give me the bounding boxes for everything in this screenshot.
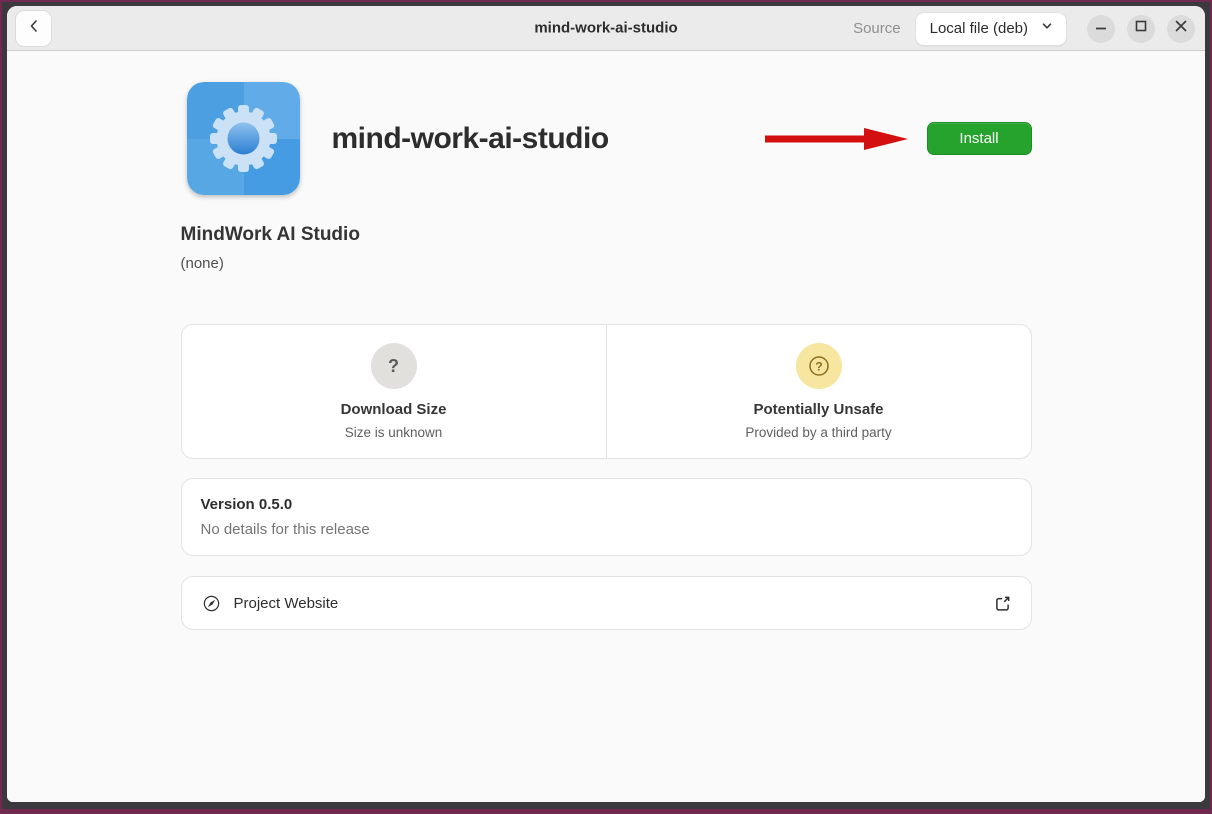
compass-icon [202,594,221,613]
minimize-icon [1087,12,1115,45]
maximize-icon [1127,12,1155,45]
app-details-view: mind-work-ai-studio Install MindWork AI … [7,51,1205,802]
svg-text:?: ? [815,360,822,374]
source-dropdown[interactable]: Local file (deb) [915,12,1067,46]
version-title: Version 0.5.0 [201,496,1012,513]
close-button[interactable] [1167,15,1195,43]
maximize-button[interactable] [1127,15,1155,43]
annotation-arrow-icon [761,116,911,162]
version-subtitle: No details for this release [201,521,1012,538]
website-label: Project Website [234,595,339,612]
headerbar: mind-work-ai-studio Source Local file (d… [7,6,1205,51]
close-icon [1167,12,1195,45]
headerbar-right: Source Local file (deb) [853,6,1195,51]
project-website-row[interactable]: Project Website [181,576,1032,630]
context-tiles: ? Download Size Size is unknown ? Potent… [181,324,1032,459]
unsafe-question-icon: ? [796,343,842,389]
window-controls [1087,15,1195,43]
chevron-down-icon [1040,19,1054,38]
app-display-name: MindWork AI Studio [181,224,1032,246]
desktop: { "header": { "title": "mind-work-ai-stu… [0,0,1212,814]
install-button[interactable]: Install [927,122,1032,155]
source-dropdown-value: Local file (deb) [930,20,1028,37]
source-label: Source [853,20,901,37]
minimize-button[interactable] [1087,15,1115,43]
external-link-icon[interactable] [994,595,1011,612]
app-header: mind-work-ai-studio Install [181,82,1032,195]
tile-subtitle: Size is unknown [345,425,443,440]
tile-title: Download Size [341,401,447,418]
app-developer: (none) [181,255,1032,272]
app-icon [187,82,300,195]
tile-title: Potentially Unsafe [753,401,883,418]
version-card[interactable]: Version 0.5.0 No details for this releas… [181,478,1032,556]
question-mark-icon: ? [371,343,417,389]
download-size-tile[interactable]: ? Download Size Size is unknown [182,325,606,458]
tile-subtitle: Provided by a third party [745,425,891,440]
app-name-title: mind-work-ai-studio [332,122,609,156]
software-app-window: mind-work-ai-studio Source Local file (d… [7,6,1205,802]
safety-tile[interactable]: ? Potentially Unsafe Provided by a third… [606,325,1031,458]
back-button[interactable] [15,10,52,47]
window-title: mind-work-ai-studio [534,20,677,37]
chevron-left-icon [26,18,42,39]
